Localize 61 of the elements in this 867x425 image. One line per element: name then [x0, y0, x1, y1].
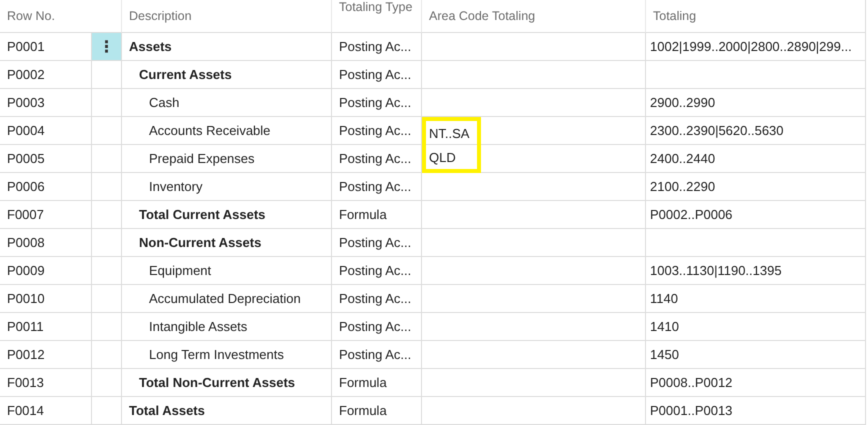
table-cell: 1003..1130|1190..1395 — [645, 257, 865, 285]
column-header[interactable]: Area Code Totaling — [429, 9, 536, 23]
table-cell: Current Assets — [121, 61, 331, 89]
table-cell: Posting Ac... — [331, 313, 421, 341]
table-cell: Intangible Assets — [121, 313, 331, 341]
table-cell: Long Term Investments — [121, 341, 331, 369]
row-number-cell[interactable]: P0008 — [0, 229, 91, 257]
table-cell: Inventory — [121, 173, 331, 201]
table-cell: Total Assets — [121, 397, 331, 425]
table-cell: 2400..2440 — [645, 145, 865, 173]
table-cell: Posting Ac... — [331, 173, 421, 201]
table-cell: 1410 — [645, 313, 865, 341]
table-cell: Posting Ac... — [331, 61, 421, 89]
row-number-cell[interactable]: F0007 — [0, 201, 91, 229]
row-number-cell[interactable]: P0010 — [0, 285, 91, 313]
table-cell: Prepaid Expenses — [121, 145, 331, 173]
column-header[interactable]: Totaling Type — [339, 0, 412, 14]
table-cell: Posting Ac... — [331, 145, 421, 173]
table-cell: Formula — [331, 201, 421, 229]
row-number-cell[interactable]: P0009 — [0, 257, 91, 285]
table-cell: P0002..P0006 — [645, 201, 865, 229]
table-cell: Accounts Receivable — [121, 117, 331, 145]
row-number-cell[interactable]: P0012 — [0, 341, 91, 369]
table-cell: 1002|1999..2000|2800..2890|299... — [645, 33, 865, 61]
table-cell: Posting Ac... — [331, 257, 421, 285]
column-header[interactable]: Row No. — [7, 9, 55, 23]
table-cell: 1450 — [645, 341, 865, 369]
table-cell: P0001..P0013 — [645, 397, 865, 425]
table-cell: 2300..2390|5620..5630 — [645, 117, 865, 145]
table-cell: Formula — [331, 369, 421, 397]
table-cell: Accumulated Depreciation — [121, 285, 331, 313]
row-number-cell[interactable]: P0006 — [0, 173, 91, 201]
highlight-frame: QLD — [422, 145, 481, 173]
row-number-cell[interactable]: P0005 — [0, 145, 91, 173]
highlight-frame: NT..SA — [422, 117, 481, 145]
row-actions-button[interactable]: ⋮ — [91, 33, 121, 61]
table-cell: Assets — [121, 33, 331, 61]
table-cell: Total Current Assets — [121, 201, 331, 229]
table-cell: Posting Ac... — [331, 33, 421, 61]
row-number-cell[interactable]: P0003 — [0, 89, 91, 117]
table-cell: Cash — [121, 89, 331, 117]
table-cell: Posting Ac... — [331, 117, 421, 145]
table-cell: 1140 — [645, 285, 865, 313]
column-header[interactable]: Totaling — [653, 9, 696, 23]
row-number-cell[interactable]: F0013 — [0, 369, 91, 397]
table-cell: Posting Ac... — [331, 341, 421, 369]
row-number-cell[interactable]: P0004 — [0, 117, 91, 145]
table-cell: 2900..2990 — [645, 89, 865, 117]
table-cell: Non-Current Assets — [121, 229, 331, 257]
row-number-cell[interactable]: P0002 — [0, 61, 91, 89]
row-number-cell[interactable]: P0011 — [0, 313, 91, 341]
table-cell: Equipment — [121, 257, 331, 285]
table-cell: 2100..2290 — [645, 173, 865, 201]
table-cell: Posting Ac... — [331, 89, 421, 117]
table-cell: Formula — [331, 397, 421, 425]
table-cell: Posting Ac... — [331, 229, 421, 257]
table-cell: P0008..P0012 — [645, 369, 865, 397]
table-cell: Total Non-Current Assets — [121, 369, 331, 397]
table-cell: Posting Ac... — [331, 285, 421, 313]
column-header[interactable]: Description — [129, 9, 192, 23]
row-number-cell[interactable]: F0014 — [0, 397, 91, 425]
